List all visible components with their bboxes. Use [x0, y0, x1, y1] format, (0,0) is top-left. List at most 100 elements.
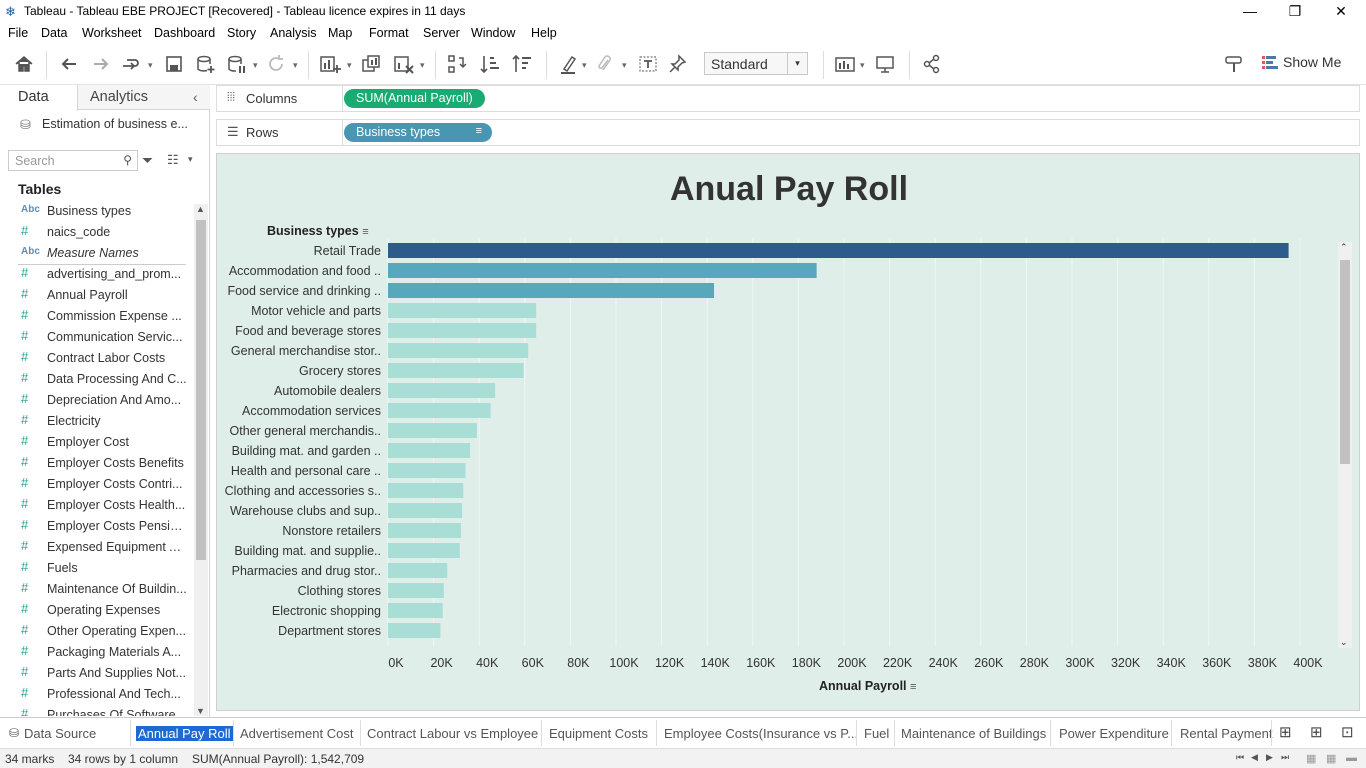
restore-button[interactable]: ❐: [1272, 0, 1318, 23]
axis-sort-icon[interactable]: ≡: [910, 681, 916, 693]
tab-maintenance-of-buildings[interactable]: Maintenance of Buildings: [901, 726, 1046, 741]
new-data-source-icon[interactable]: [194, 53, 216, 75]
collapse-pane-icon[interactable]: ‹: [193, 89, 198, 105]
field-item[interactable]: Abc Measure Names: [0, 243, 193, 264]
field-item[interactable]: # Employer Costs Benefits: [0, 453, 193, 474]
category-label[interactable]: Clothing stores: [298, 584, 381, 598]
tab-rental-payment[interactable]: Rental Payment: [1180, 726, 1273, 741]
next-sheet-icon[interactable]: ▶: [1266, 752, 1273, 763]
tabs-view-icon[interactable]: ▬: [1346, 752, 1357, 764]
bar[interactable]: [388, 503, 463, 518]
field-item[interactable]: # advertising_and_prom...: [0, 264, 193, 285]
tab-advertisement-cost[interactable]: Advertisement Cost: [240, 726, 353, 741]
sheet-sorter-icon[interactable]: ▦: [1326, 752, 1336, 765]
clear-sheet-icon[interactable]: [392, 53, 414, 75]
bar[interactable]: [388, 603, 443, 618]
group-dropdown-icon[interactable]: ▾: [622, 60, 627, 71]
bar[interactable]: [388, 303, 537, 318]
tab-data-source[interactable]: Data Source: [24, 726, 96, 741]
format-painter-icon[interactable]: [1223, 53, 1245, 75]
show-cards-icon[interactable]: [834, 53, 858, 75]
category-label[interactable]: Building mat. and supplie..: [234, 544, 381, 558]
field-list-scrollbar[interactable]: ▲ ▼: [194, 204, 208, 716]
menu-worksheet[interactable]: Worksheet: [82, 26, 142, 40]
field-item[interactable]: # Commission Expense ...: [0, 306, 193, 327]
bar[interactable]: [388, 463, 466, 478]
category-label[interactable]: Department stores: [278, 624, 381, 638]
bar[interactable]: [388, 523, 461, 538]
tab-annual-pay-roll[interactable]: Annual Pay Roll: [136, 726, 233, 741]
bar[interactable]: [388, 343, 529, 358]
tab-employee-costs[interactable]: Employee Costs(Insurance vs P...: [664, 726, 858, 741]
category-label[interactable]: Food and beverage stores: [235, 324, 381, 338]
field-item[interactable]: # Depreciation And Amo...: [0, 390, 193, 411]
columns-shelf[interactable]: ⦙⦙⦙ Columns SUM(Annual Payroll): [216, 85, 1360, 112]
menu-map[interactable]: Map: [328, 26, 352, 40]
save-icon[interactable]: [163, 53, 185, 75]
viz-scroll-up-icon[interactable]: ⌃: [1340, 242, 1348, 253]
bar[interactable]: [388, 283, 715, 298]
highlight-dropdown-icon[interactable]: ▾: [582, 60, 587, 71]
cards-dropdown-icon[interactable]: ▾: [860, 60, 865, 71]
category-label[interactable]: Electronic shopping: [272, 604, 381, 618]
new-worksheet-tab-icon[interactable]: ⊞: [1279, 723, 1292, 741]
swap-rows-columns-icon[interactable]: [446, 53, 468, 75]
category-label[interactable]: Accommodation and food ..: [229, 264, 381, 278]
field-item[interactable]: # Operating Expenses: [0, 600, 193, 621]
category-label[interactable]: Nonstore retailers: [282, 524, 381, 538]
category-label[interactable]: Food service and drinking ..: [227, 284, 381, 298]
bar[interactable]: [388, 363, 524, 378]
menu-window[interactable]: Window: [471, 26, 515, 40]
category-label[interactable]: General merchandise stor..: [231, 344, 381, 358]
duplicate-sheet-icon[interactable]: [360, 53, 382, 75]
bar[interactable]: [388, 243, 1289, 258]
menu-analysis[interactable]: Analysis: [270, 26, 317, 40]
filter-icon[interactable]: ⏷: [142, 152, 153, 169]
field-item[interactable]: Abc Business types: [0, 201, 193, 222]
bar[interactable]: [388, 563, 448, 578]
last-sheet-icon[interactable]: ⏭: [1281, 752, 1289, 763]
bar[interactable]: [388, 443, 471, 458]
filmstrip-icon[interactable]: ▦: [1306, 752, 1316, 765]
menu-server[interactable]: Server: [423, 26, 460, 40]
field-item[interactable]: # Expensed Equipment A...: [0, 537, 193, 558]
field-item[interactable]: # Other Operating Expen...: [0, 621, 193, 642]
field-item[interactable]: # Annual Payroll: [0, 285, 193, 306]
rows-shelf[interactable]: ☰ Rows Business types ≡: [216, 119, 1360, 146]
new-worksheet-icon[interactable]: [318, 53, 342, 75]
bar[interactable]: [388, 263, 817, 278]
new-sheet-dropdown-icon[interactable]: ▾: [347, 60, 352, 71]
field-item[interactable]: # Contract Labor Costs: [0, 348, 193, 369]
clear-dropdown-icon[interactable]: ▾: [420, 60, 425, 71]
first-sheet-icon[interactable]: ⏮: [1236, 752, 1244, 763]
category-label[interactable]: Accommodation services: [242, 404, 381, 418]
presentation-mode-icon[interactable]: [874, 53, 896, 75]
field-item[interactable]: # Electricity: [0, 411, 193, 432]
tab-power-expenditure[interactable]: Power Expenditure: [1059, 726, 1169, 741]
menu-file[interactable]: File: [8, 26, 28, 40]
new-dashboard-tab-icon[interactable]: ⊞: [1310, 723, 1323, 741]
field-item[interactable]: # naics_code: [0, 222, 193, 243]
highlight-icon[interactable]: [558, 53, 580, 75]
tab-fuel[interactable]: Fuel: [864, 726, 889, 741]
menu-help[interactable]: Help: [531, 26, 557, 40]
columns-pill[interactable]: SUM(Annual Payroll): [344, 89, 485, 108]
category-label[interactable]: Grocery stores: [299, 364, 381, 378]
field-item[interactable]: # Parts And Supplies Not...: [0, 663, 193, 684]
tab-contract-labour[interactable]: Contract Labour vs Employee: [367, 726, 538, 741]
category-label[interactable]: Automobile dealers: [274, 384, 381, 398]
minimize-button[interactable]: —: [1227, 0, 1273, 23]
category-label[interactable]: Building mat. and garden ..: [232, 444, 381, 458]
field-item[interactable]: # Packaging Materials A...: [0, 642, 193, 663]
field-item[interactable]: # Employer Costs Pensio...: [0, 516, 193, 537]
menu-format[interactable]: Format: [369, 26, 409, 40]
viz-scrollbar[interactable]: ⌃ ⌄: [1338, 242, 1352, 648]
show-mark-labels-icon[interactable]: [637, 53, 659, 75]
bar[interactable]: [388, 423, 477, 438]
sort-descending-icon[interactable]: [511, 53, 533, 75]
search-input[interactable]: Search ⚲: [8, 150, 138, 171]
scroll-down-icon[interactable]: ▼: [196, 706, 205, 716]
bar[interactable]: [388, 403, 491, 418]
category-label[interactable]: Pharmacies and drug stor..: [232, 564, 381, 578]
field-item[interactable]: # Maintenance Of Buildin...: [0, 579, 193, 600]
